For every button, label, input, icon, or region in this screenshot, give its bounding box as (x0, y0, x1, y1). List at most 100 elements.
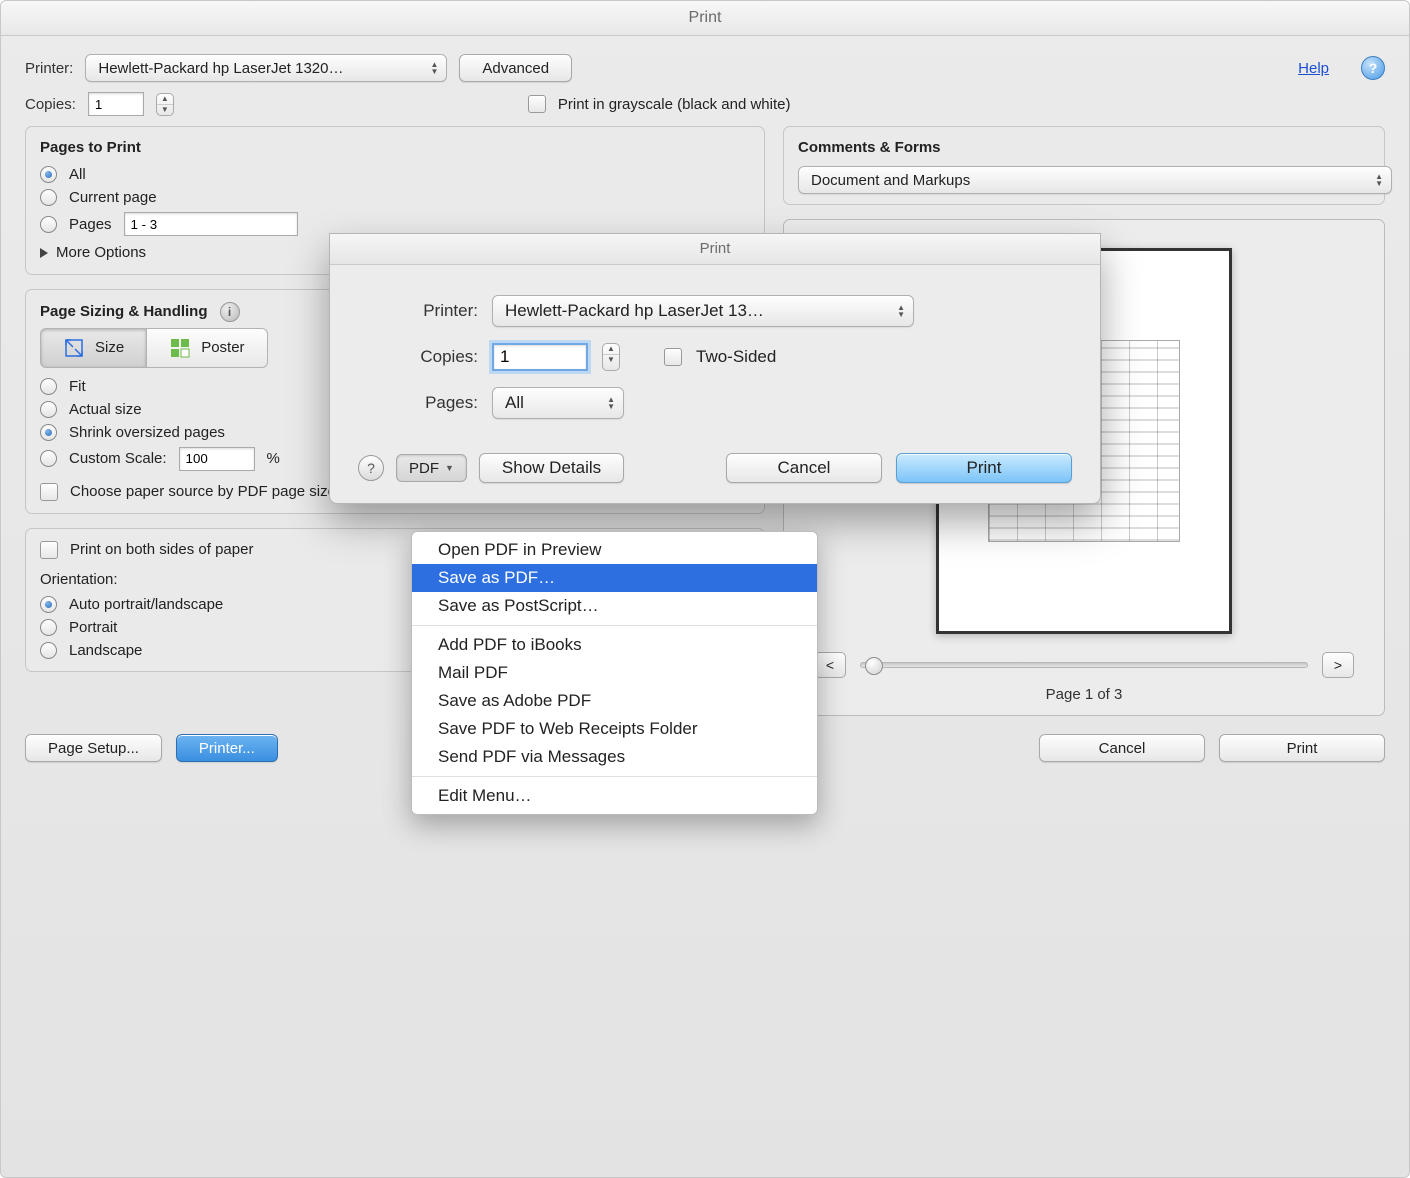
chevron-updown-icon: ▲▼ (607, 396, 615, 410)
menu-send-messages[interactable]: Send PDF via Messages (412, 743, 817, 771)
chevron-down-icon: ▼ (445, 463, 454, 473)
next-page-button[interactable]: > (1322, 652, 1354, 678)
menu-edit[interactable]: Edit Menu… (412, 782, 817, 810)
radio-landscape-label: Landscape (69, 642, 142, 659)
sheet-cancel-button[interactable]: Cancel (726, 453, 882, 483)
sheet-pages-label: Pages: (358, 393, 478, 413)
size-icon (63, 337, 85, 359)
sheet-copies-label: Copies: (358, 347, 478, 367)
menu-save-receipts[interactable]: Save PDF to Web Receipts Folder (412, 715, 817, 743)
info-icon[interactable]: i (220, 302, 240, 322)
zoom-thumb[interactable] (865, 657, 883, 675)
grayscale-checkbox[interactable] (528, 95, 546, 113)
seg-poster[interactable]: Poster (147, 328, 267, 368)
menu-save-pdf[interactable]: Save as PDF… (412, 564, 817, 592)
triangle-right-icon (40, 248, 48, 258)
advanced-label: Advanced (482, 60, 549, 77)
comments-select[interactable]: Document and Markups ▲▼ (798, 166, 1392, 194)
pages-title: Pages to Print (40, 139, 750, 156)
sheet-printer-label: Printer: (358, 301, 478, 321)
seg-size[interactable]: Size (40, 328, 147, 368)
cancel-button[interactable]: Cancel (1039, 734, 1205, 762)
radio-pages[interactable] (40, 216, 57, 233)
prev-page-button[interactable]: < (814, 652, 846, 678)
help-icon[interactable]: ? (1361, 56, 1385, 80)
help-link[interactable]: Help (1298, 60, 1329, 77)
sheet-pages-value: All (505, 393, 524, 413)
pdf-menu-label: PDF (409, 460, 439, 477)
radio-shrink[interactable] (40, 424, 57, 441)
twosided-checkbox[interactable] (664, 348, 682, 366)
more-options-label: More Options (56, 244, 146, 261)
radio-fit[interactable] (40, 378, 57, 395)
custom-scale-unit: % (267, 450, 280, 467)
printer-button-label: Printer... (199, 740, 255, 757)
window-title: Print (1, 1, 1409, 36)
printer-select[interactable]: Hewlett-Packard hp LaserJet 1320… ▲▼ (85, 54, 447, 82)
paper-source-checkbox[interactable] (40, 483, 58, 501)
menu-save-ps[interactable]: Save as PostScript… (412, 592, 817, 620)
show-details-label: Show Details (502, 458, 601, 478)
sheet-pages-select[interactable]: All ▲▼ (492, 387, 624, 419)
radio-current[interactable] (40, 189, 57, 206)
menu-add-ibooks[interactable]: Add PDF to iBooks (412, 631, 817, 659)
sheet-help-button[interactable]: ? (358, 455, 384, 481)
sizing-title: Page Sizing & Handling (40, 303, 208, 320)
menu-separator (412, 776, 817, 777)
sheet-title: Print (330, 234, 1100, 265)
comments-value: Document and Markups (811, 172, 970, 189)
comments-title: Comments & Forms (798, 139, 1370, 156)
menu-save-adobe[interactable]: Save as Adobe PDF (412, 687, 817, 715)
radio-custom-label: Custom Scale: (69, 450, 167, 467)
seg-poster-label: Poster (201, 339, 244, 356)
printer-value: Hewlett-Packard hp LaserJet 1320… (98, 60, 343, 77)
sheet-copies-input[interactable] (492, 343, 588, 371)
radio-shrink-label: Shrink oversized pages (69, 424, 225, 441)
copies-input[interactable] (88, 92, 144, 116)
cancel-label: Cancel (1099, 740, 1146, 757)
page-indicator: Page 1 of 3 (1046, 686, 1123, 703)
menu-separator (412, 625, 817, 626)
radio-pages-label: Pages (69, 216, 112, 233)
poster-icon (169, 337, 191, 359)
system-print-sheet: Print Printer: Hewlett-Packard hp LaserJ… (329, 233, 1101, 504)
pdf-menu-button[interactable]: PDF ▼ (396, 454, 467, 482)
radio-actual-label: Actual size (69, 401, 142, 418)
show-details-button[interactable]: Show Details (479, 453, 624, 483)
pdf-dropdown-menu: Open PDF in Preview Save as PDF… Save as… (411, 531, 818, 815)
print-label: Print (1287, 740, 1318, 757)
print-dialog-window: Print Printer: Hewlett-Packard hp LaserJ… (0, 0, 1410, 1178)
copies-stepper[interactable]: ▲▼ (156, 93, 174, 116)
radio-portrait[interactable] (40, 619, 57, 636)
paper-source-label: Choose paper source by PDF page size (70, 483, 336, 500)
more-options-disclosure[interactable]: More Options (40, 244, 146, 261)
zoom-slider[interactable] (860, 662, 1308, 668)
advanced-button[interactable]: Advanced (459, 54, 572, 82)
sheet-printer-select[interactable]: Hewlett-Packard hp LaserJet 13… ▲▼ (492, 295, 914, 327)
twosided-label: Two-Sided (696, 347, 776, 367)
radio-actual[interactable] (40, 401, 57, 418)
seg-size-label: Size (95, 339, 124, 356)
radio-landscape[interactable] (40, 642, 57, 659)
menu-mail-pdf[interactable]: Mail PDF (412, 659, 817, 687)
radio-all-label: All (69, 166, 86, 183)
page-setup-button[interactable]: Page Setup... (25, 734, 162, 762)
custom-scale-input[interactable] (179, 447, 255, 471)
printer-button[interactable]: Printer... (176, 734, 278, 762)
pages-range-input[interactable] (124, 212, 298, 236)
print-button[interactable]: Print (1219, 734, 1385, 762)
duplex-label: Print on both sides of paper (70, 541, 253, 558)
sheet-print-label: Print (967, 458, 1002, 478)
sheet-print-button[interactable]: Print (896, 453, 1072, 483)
sheet-copies-stepper[interactable]: ▲▼ (602, 343, 620, 371)
menu-open-preview[interactable]: Open PDF in Preview (412, 536, 817, 564)
radio-all[interactable] (40, 166, 57, 183)
radio-custom[interactable] (40, 450, 57, 467)
radio-auto-orient[interactable] (40, 596, 57, 613)
duplex-checkbox[interactable] (40, 541, 58, 559)
copies-label: Copies: (25, 96, 76, 113)
comments-forms-panel: Comments & Forms Document and Markups ▲▼ (783, 126, 1385, 205)
radio-fit-label: Fit (69, 378, 86, 395)
radio-portrait-label: Portrait (69, 619, 117, 636)
page-setup-label: Page Setup... (48, 740, 139, 757)
